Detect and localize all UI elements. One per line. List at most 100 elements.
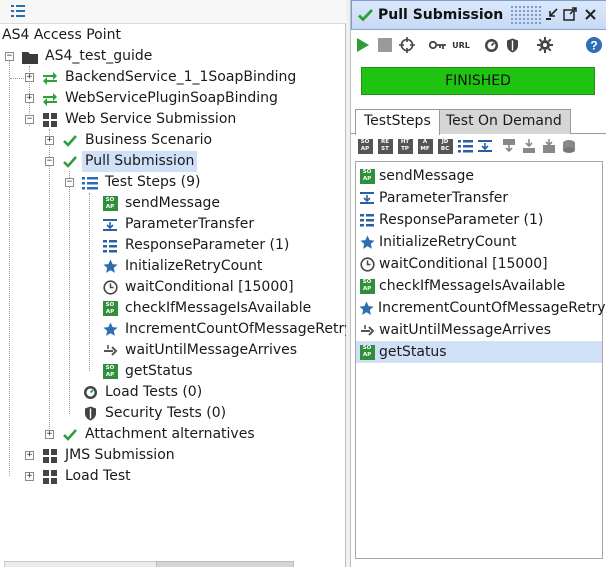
tree-item-label: Business Scenario bbox=[85, 132, 213, 148]
tree-collapse-toggle[interactable]: − bbox=[45, 157, 54, 166]
test-case-panel: Pull Submission URL ? FINISHED TestSteps… bbox=[350, 0, 606, 567]
navigator-pane: AS4 Access Point − AS4_test_guide + Back… bbox=[0, 0, 353, 567]
key-icon[interactable] bbox=[429, 36, 447, 54]
tree-step[interactable]: ParameterTransfer bbox=[102, 214, 257, 235]
tree-item-interface[interactable]: WebServicePluginSoapBinding bbox=[42, 88, 281, 109]
shield-icon[interactable] bbox=[505, 36, 519, 54]
star-icon bbox=[359, 300, 374, 316]
tree-item-test-case[interactable]: Business Scenario bbox=[62, 130, 215, 151]
tree-step[interactable]: IncrementCountOfMessageRetry bbox=[102, 319, 356, 340]
tree-step[interactable]: ResponseParameter (1) bbox=[102, 235, 292, 256]
step-label: checkIfMessageIsAvailable bbox=[379, 278, 566, 294]
soap-request-icon: SO AP bbox=[359, 168, 375, 184]
tree-item-label: JMS Submission bbox=[65, 447, 175, 463]
list-item[interactable]: IncrementCountOfMessageRetry bbox=[356, 297, 606, 319]
url-button[interactable]: URL bbox=[451, 36, 471, 54]
test-steps-list: SO AP sendMessage ParameterTransfer Respo… bbox=[355, 161, 606, 559]
tree-step-label: waitUntilMessageArrives bbox=[125, 342, 298, 358]
checkmark-icon bbox=[62, 154, 78, 170]
tree-step[interactable]: SO AP sendMessage bbox=[102, 193, 223, 214]
tree-item-project[interactable]: AS4_test_guide bbox=[22, 46, 155, 67]
tree-expand-toggle[interactable]: + bbox=[25, 94, 34, 103]
tree-step[interactable]: waitUntilMessageArrives bbox=[102, 340, 300, 361]
tree-item-label: BackendService_1_1SoapBinding bbox=[65, 69, 297, 85]
test-suite-grid-icon bbox=[42, 469, 58, 485]
list-item[interactable]: ResponseParameter (1) bbox=[356, 209, 602, 231]
step-label: sendMessage bbox=[379, 168, 475, 184]
horizontal-scrollbar-thumb[interactable] bbox=[156, 561, 294, 567]
list-item[interactable]: waitUntilMessageArrives bbox=[356, 319, 602, 341]
tree-item-label: Load Test bbox=[65, 468, 131, 484]
titlebar-drag-handle[interactable] bbox=[510, 5, 542, 25]
soap-request-icon: SO AP bbox=[359, 278, 375, 294]
add-mock-response-icon[interactable] bbox=[541, 138, 557, 154]
list-item[interactable]: waitConditional [15000] bbox=[356, 253, 602, 275]
tree-expand-toggle[interactable]: + bbox=[45, 430, 54, 439]
tree-guide-line bbox=[49, 129, 50, 435]
property-transfer-icon bbox=[102, 217, 118, 233]
tree-item-label: Pull Submission bbox=[82, 151, 198, 172]
close-icon[interactable] bbox=[582, 6, 598, 22]
loop-target-icon[interactable] bbox=[399, 36, 415, 54]
step-label: InitializeRetryCount bbox=[379, 234, 517, 250]
tree-item-test-suite[interactable]: JMS Submission bbox=[42, 445, 178, 466]
tree-item-interface[interactable]: BackendService_1_1SoapBinding bbox=[42, 67, 299, 88]
tree-step[interactable]: SO AP getStatus bbox=[102, 361, 196, 382]
tree-collapse-toggle[interactable]: − bbox=[65, 178, 74, 187]
stop-icon[interactable] bbox=[377, 36, 393, 54]
tree-item-test-case[interactable]: Attachment alternatives bbox=[62, 424, 258, 445]
tree-item-security-tests[interactable]: Security Tests (0) bbox=[82, 403, 229, 424]
tree-step[interactable]: InitializeRetryCount bbox=[102, 256, 265, 277]
run-icon[interactable] bbox=[355, 36, 371, 54]
interface-arrows-icon bbox=[42, 91, 58, 107]
tree-item-test-suite[interactable]: Load Test bbox=[42, 466, 134, 487]
add-conditional-goto-icon[interactable] bbox=[501, 138, 517, 154]
tree-step[interactable]: SO AP checkIfMessageIsAvailable bbox=[102, 298, 314, 319]
properties-icon bbox=[359, 212, 375, 228]
tree-step[interactable]: waitConditional [15000] bbox=[102, 277, 297, 298]
tree-item-label: AS4_test_guide bbox=[45, 48, 153, 64]
step-label: getStatus bbox=[379, 344, 447, 360]
tree-item-load-tests[interactable]: Load Tests (0) bbox=[82, 382, 205, 403]
tree-guide-line bbox=[10, 78, 26, 79]
add-http-step-icon[interactable]: HT TP bbox=[397, 138, 413, 154]
tree-item-test-steps[interactable]: Test Steps (9) bbox=[82, 172, 203, 193]
add-run-testcase-icon[interactable] bbox=[521, 138, 537, 154]
collapse-all-icon[interactable] bbox=[10, 4, 26, 22]
panel-tab-strip: TestSteps Test On Demand bbox=[351, 106, 606, 135]
tree-step-label: ResponseParameter (1) bbox=[125, 237, 290, 253]
maximize-icon[interactable] bbox=[562, 6, 578, 22]
step-label: waitUntilMessageArrives bbox=[379, 322, 552, 338]
add-transfer-step-icon[interactable] bbox=[477, 138, 493, 154]
add-rest-step-icon[interactable]: RE ST bbox=[377, 138, 393, 154]
gear-icon[interactable] bbox=[537, 36, 553, 54]
add-jms-step-icon[interactable] bbox=[561, 138, 577, 154]
tree-collapse-toggle[interactable]: − bbox=[25, 115, 34, 124]
tree-expand-toggle[interactable]: + bbox=[25, 472, 34, 481]
list-item[interactable]: InitializeRetryCount bbox=[356, 231, 602, 253]
list-item[interactable]: ParameterTransfer bbox=[356, 187, 602, 209]
tab-teststeps[interactable]: TestSteps bbox=[355, 109, 440, 135]
add-jdbc-step-icon[interactable]: JD BC bbox=[437, 138, 453, 154]
tree-expand-toggle[interactable]: + bbox=[25, 451, 34, 460]
tree-collapse-toggle[interactable]: − bbox=[5, 52, 14, 61]
help-icon[interactable]: ? bbox=[585, 36, 603, 54]
add-amf-step-icon[interactable]: A MF bbox=[417, 138, 433, 154]
list-item-selected[interactable]: SO AP getStatus bbox=[356, 341, 602, 363]
list-item[interactable]: SO AP checkIfMessageIsAvailable bbox=[356, 275, 602, 297]
tree-expand-toggle[interactable]: + bbox=[45, 136, 54, 145]
gauge-icon[interactable] bbox=[483, 36, 499, 54]
list-item[interactable]: SO AP sendMessage bbox=[356, 165, 602, 187]
minimize-icon[interactable] bbox=[544, 6, 560, 22]
clock-icon bbox=[102, 280, 118, 296]
tree-root-label: AS4 Access Point bbox=[2, 27, 121, 43]
tree-item-test-case-selected[interactable]: Pull Submission bbox=[62, 151, 198, 172]
tree-item-test-suite[interactable]: Web Service Submission bbox=[42, 109, 239, 130]
tree-root[interactable]: AS4 Access Point bbox=[2, 25, 124, 46]
tree-expand-toggle[interactable]: + bbox=[25, 73, 34, 82]
star-icon bbox=[102, 259, 118, 275]
add-soap-step-icon[interactable]: SO AP bbox=[357, 138, 373, 154]
add-properties-step-icon[interactable] bbox=[457, 138, 473, 154]
tab-test-on-demand[interactable]: Test On Demand bbox=[437, 109, 571, 134]
test-steps-list-icon bbox=[82, 175, 98, 191]
